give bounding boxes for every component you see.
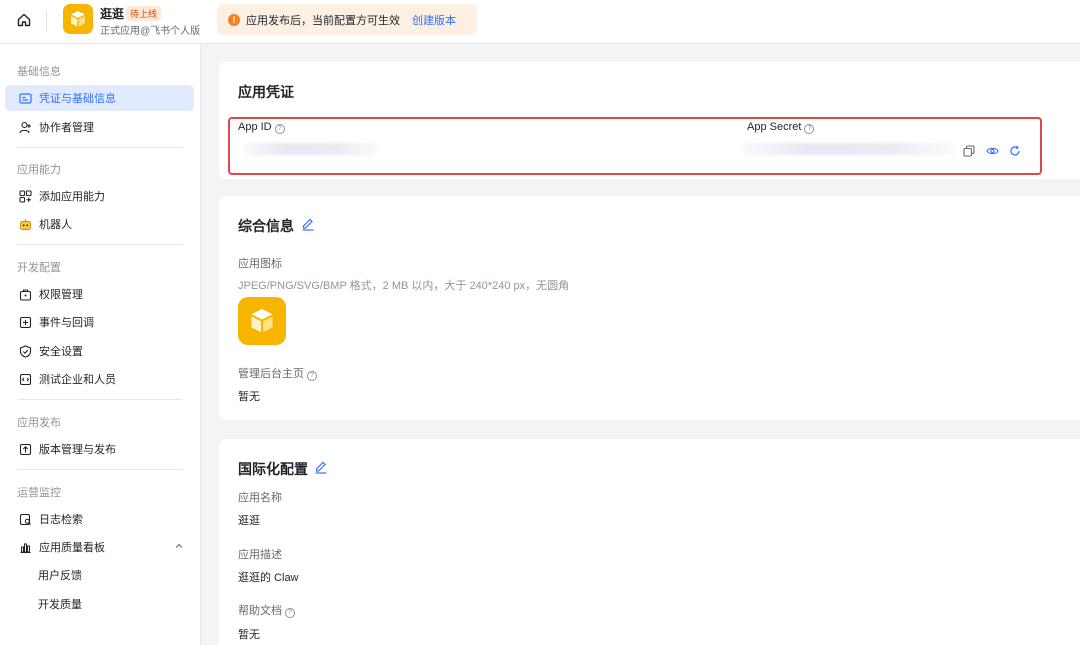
upload-icon [18, 442, 32, 456]
edit-icon[interactable] [301, 217, 315, 236]
i18n-title: 国际化配置 [238, 461, 308, 477]
notice-text: 应用发布后，当前配置方可生效 [246, 14, 400, 27]
sidebar-item-label: 添加应用能力 [39, 191, 105, 203]
sidebar-item-versions[interactable]: 版本管理与发布 [5, 436, 194, 462]
app-subtitle: 正式应用@飞书个人版 [100, 26, 201, 37]
help-icon[interactable]: ? [307, 371, 317, 381]
homepage-label-text: 管理后台主页 [238, 368, 304, 380]
top-header: 逛逛 待上线 正式应用@飞书个人版 ! 应用发布后，当前配置方可生效 创建版本 [0, 0, 1080, 44]
homepage-label: 管理后台主页? [238, 365, 317, 381]
chevron-up-icon[interactable] [174, 541, 184, 554]
sidebar-item-label: 协作者管理 [39, 122, 94, 134]
app-icon [63, 4, 93, 34]
sidebar-item-label: 凭证与基础信息 [39, 93, 116, 105]
credentials-highlight-box [228, 117, 1042, 175]
group-title-release: 应用发布 [17, 417, 61, 429]
sidebar-item-label: 安全设置 [39, 346, 83, 358]
sidebar-item-user-feedback[interactable]: 用户反馈 [5, 562, 194, 588]
sidebar-item-credentials[interactable]: 凭证与基础信息 [5, 85, 194, 111]
group-title-dev-config: 开发配置 [17, 262, 61, 274]
sidebar-item-events[interactable]: 事件与回调 [5, 309, 194, 335]
sidebar-item-test-tenants[interactable]: 测试企业和人员 [5, 366, 194, 392]
header-divider [46, 10, 47, 32]
sidebar-divider [17, 244, 183, 245]
warning-icon: ! [228, 13, 240, 26]
sidebar-item-bot[interactable]: 机器人 [5, 211, 194, 237]
code-icon [18, 372, 32, 386]
sidebar-item-collaborators[interactable]: 协作者管理 [5, 114, 194, 140]
sidebar: 基础信息 凭证与基础信息 协作者管理 应用能力 添加应用能力 机器人 开发配置 … [0, 44, 201, 645]
sidebar-item-dev-quality[interactable]: 开发质量 [5, 591, 194, 617]
sidebar-item-label: 机器人 [39, 219, 72, 231]
credential-icon [18, 91, 32, 105]
home-icon[interactable] [14, 10, 34, 30]
group-title-capabilities: 应用能力 [17, 164, 61, 176]
app-desc-label: 应用描述 [238, 549, 282, 561]
credentials-title: 应用凭证 [238, 84, 294, 100]
help-doc-label: 帮助文档? [238, 602, 295, 618]
status-badge: 待上线 [126, 6, 162, 21]
sidebar-item-label: 开发质量 [38, 599, 82, 611]
log-search-icon [18, 512, 32, 526]
sidebar-item-quality-board[interactable]: 应用质量看板 [5, 534, 194, 560]
event-icon [18, 315, 32, 329]
bar-chart-icon [18, 540, 32, 554]
sidebar-item-label: 测试企业和人员 [39, 374, 116, 386]
homepage-value: 暂无 [238, 391, 260, 403]
general-info-card: 综合信息 [219, 196, 1080, 420]
sidebar-divider [17, 399, 183, 400]
help-icon[interactable]: ? [285, 608, 295, 618]
sidebar-item-permissions[interactable]: 权限管理 [5, 281, 194, 307]
app-icon-label: 应用图标 [238, 258, 282, 270]
lock-icon [18, 287, 32, 301]
sidebar-item-label: 日志检索 [39, 514, 83, 526]
sidebar-item-label: 版本管理与发布 [39, 444, 116, 456]
group-title-basic: 基础信息 [17, 66, 61, 78]
user-add-icon [18, 120, 32, 134]
sidebar-item-add-capability[interactable]: 添加应用能力 [5, 183, 194, 209]
app-icon-preview[interactable] [238, 297, 286, 345]
robot-icon [18, 217, 32, 231]
sidebar-item-security[interactable]: 安全设置 [5, 338, 194, 364]
sidebar-item-label: 用户反馈 [38, 570, 82, 582]
apps-add-icon [18, 189, 32, 203]
sidebar-item-label: 应用质量看板 [39, 542, 105, 554]
general-info-title: 综合信息 [238, 218, 294, 234]
publish-notice: ! 应用发布后，当前配置方可生效 创建版本 [217, 4, 477, 35]
shield-icon [18, 344, 32, 358]
sidebar-item-logs[interactable]: 日志检索 [5, 506, 194, 532]
sidebar-item-label: 事件与回调 [39, 317, 94, 329]
app-name-label: 应用名称 [238, 492, 282, 504]
sidebar-item-label: 权限管理 [39, 289, 83, 301]
app-desc-value: 逛逛的 Claw [238, 572, 299, 584]
sidebar-divider [17, 469, 183, 470]
i18n-card: 国际化配置 [219, 439, 1080, 645]
sidebar-divider [17, 147, 183, 148]
edit-icon[interactable] [314, 460, 328, 479]
app-icon-hint: JPEG/PNG/SVG/BMP 格式，2 MB 以内，大于 240*240 p… [238, 280, 570, 292]
help-doc-value: 暂无 [238, 629, 260, 641]
create-version-link[interactable]: 创建版本 [412, 12, 456, 28]
app-name-value: 逛逛 [238, 515, 260, 527]
app-name: 逛逛 [100, 7, 125, 21]
group-title-monitoring: 运营监控 [17, 487, 61, 499]
help-doc-label-text: 帮助文档 [238, 605, 282, 617]
